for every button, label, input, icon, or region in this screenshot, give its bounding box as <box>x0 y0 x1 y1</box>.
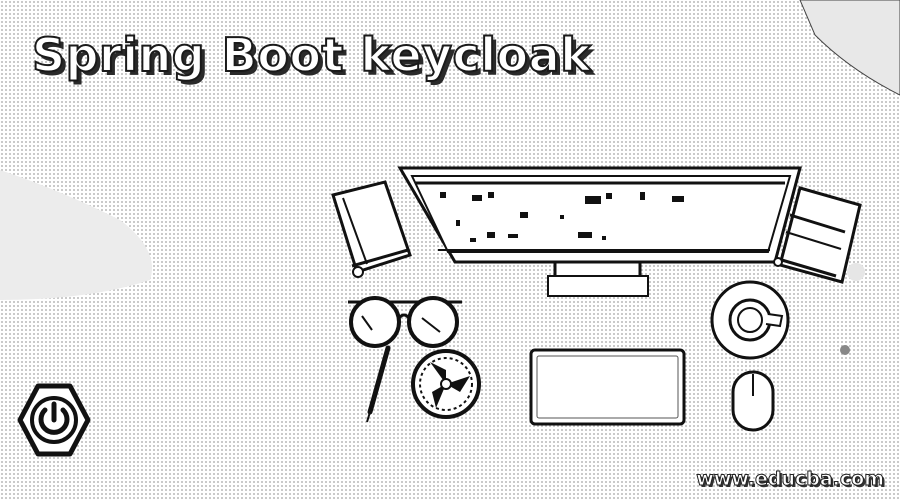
banner: Spring Boot keycloak www.educba.com <box>0 0 900 500</box>
pen-icon <box>366 345 391 423</box>
glasses-icon <box>348 296 462 348</box>
mouse-icon <box>731 370 775 432</box>
corner-blob-decoration <box>799 0 900 96</box>
desk-illustration <box>0 0 900 432</box>
watermark-url: www.educba.com <box>696 468 885 491</box>
desk-fan-icon <box>411 349 481 419</box>
monitor-icon <box>397 166 802 297</box>
notebook-icon <box>331 180 412 278</box>
coffee-cup-icon <box>710 280 850 360</box>
spring-boot-power-icon <box>17 383 91 457</box>
left-blob-decoration <box>0 170 152 300</box>
keyboard-icon <box>529 348 686 426</box>
